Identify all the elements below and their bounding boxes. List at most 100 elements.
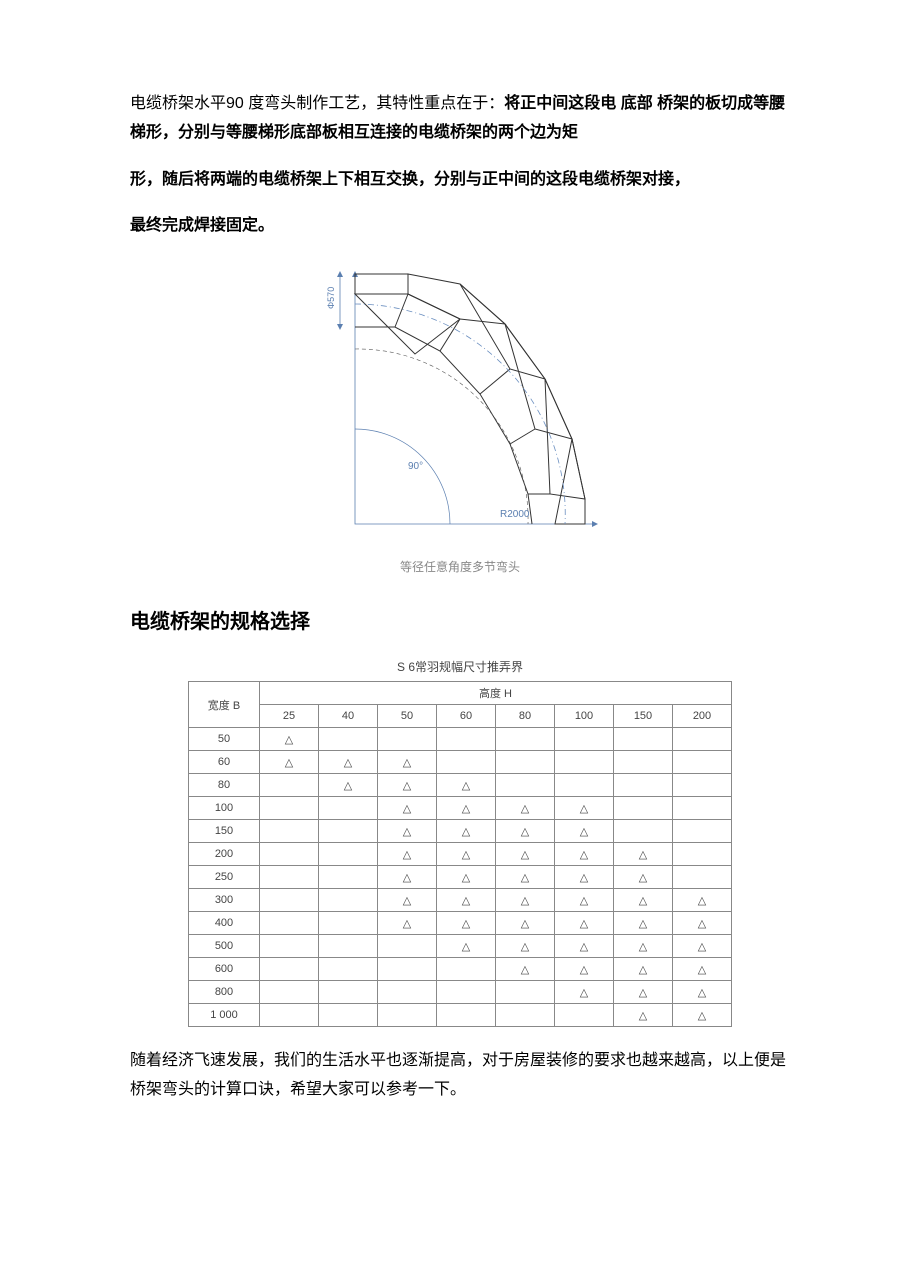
spec-cell [673,866,732,889]
table-row: 600△△△△ [189,958,732,981]
spec-cell [260,912,319,935]
spec-cell: △ [555,797,614,820]
spec-cell: △ [496,866,555,889]
width-cell: 500 [189,935,260,958]
spec-cell [260,981,319,1004]
height-header: 40 [319,705,378,728]
spec-cell [496,774,555,797]
width-cell: 100 [189,797,260,820]
table-row: 400△△△△△△ [189,912,732,935]
width-cell: 80 [189,774,260,797]
spec-cell: △ [437,774,496,797]
table-row: 1 000△△ [189,1004,732,1027]
spec-cell [673,728,732,751]
paragraph-3: 最终完成焊接固定。 [130,212,790,241]
diagram-caption: 等径任意角度多节弯头 [130,558,790,575]
spec-cell [555,774,614,797]
spec-cell: △ [319,751,378,774]
spec-cell [319,1004,378,1027]
spec-cell [319,797,378,820]
spec-cell: △ [555,935,614,958]
spec-cell [260,889,319,912]
spec-cell [437,958,496,981]
paragraph-1: 电缆桥架水平90 度弯头制作工艺，其特性重点在于：将正中间这段电 底部 桥架的板… [130,90,790,148]
spec-cell [260,797,319,820]
spec-cell: △ [614,843,673,866]
spec-cell [437,1004,496,1027]
table-row: 100△△△△ [189,797,732,820]
spec-cell [319,820,378,843]
spec-cell: △ [437,820,496,843]
spec-cell [437,981,496,1004]
row-header: 宽度 B [189,682,260,728]
spec-cell: △ [555,889,614,912]
spec-cell: △ [378,843,437,866]
spec-cell [260,774,319,797]
spec-cell [555,728,614,751]
spec-cell [614,797,673,820]
spec-cell [673,820,732,843]
spec-cell [673,751,732,774]
spec-cell: △ [319,774,378,797]
spec-cell: △ [555,866,614,889]
spec-cell [437,751,496,774]
spec-cell: △ [555,912,614,935]
height-header: 100 [555,705,614,728]
angle-label: 90° [408,461,423,472]
width-cell: 60 [189,751,260,774]
spec-cell [319,935,378,958]
spec-cell: △ [614,1004,673,1027]
height-header: 50 [378,705,437,728]
spec-cell [673,797,732,820]
spec-cell [673,774,732,797]
width-cell: 300 [189,889,260,912]
table-row: 150△△△△ [189,820,732,843]
paragraph-last: 随着经济飞速发展，我们的生活水平也逐渐提高，对于房屋装修的要求也越来越高，以上便… [130,1047,790,1105]
table-caption: S 6常羽规幅尺寸推弄界 [130,658,790,675]
spec-cell [319,912,378,935]
spec-cell: △ [496,958,555,981]
spec-cell [496,728,555,751]
spec-cell [555,751,614,774]
spec-cell: △ [260,751,319,774]
spec-cell [614,751,673,774]
table-row: 250△△△△△ [189,866,732,889]
spec-cell: △ [260,728,319,751]
spec-cell [496,981,555,1004]
spec-cell: △ [378,774,437,797]
spec-cell: △ [496,912,555,935]
spec-cell [437,728,496,751]
spec-cell [260,1004,319,1027]
section-heading: 电缆桥架的规格选择 [130,605,790,634]
spec-cell [319,889,378,912]
elbow-diagram-svg: Φ570 [310,259,610,549]
height-header: 200 [673,705,732,728]
height-header: 25 [260,705,319,728]
spec-cell: △ [614,958,673,981]
spec-cell: △ [555,820,614,843]
spec-cell: △ [437,889,496,912]
radius-label: R2000 [500,509,530,520]
spec-cell: △ [555,958,614,981]
spec-cell: △ [378,751,437,774]
spec-cell [614,728,673,751]
width-cell: 200 [189,843,260,866]
spec-cell: △ [555,843,614,866]
paragraph-2: 形，随后将两端的电缆桥架上下相互交换，分别与正中间的这段电缆桥架对接， [130,166,790,195]
height-header: 80 [496,705,555,728]
spec-table: 宽度 B 高度 H 2540506080100150200 50△60△△△80… [188,681,732,1027]
spec-cell: △ [378,820,437,843]
width-cell: 600 [189,958,260,981]
spec-cell: △ [673,958,732,981]
spec-cell: △ [614,866,673,889]
spec-cell: △ [378,912,437,935]
spec-cell: △ [437,912,496,935]
spec-cell: △ [437,935,496,958]
dim-label: Φ570 [326,287,336,309]
spec-cell: △ [496,820,555,843]
spec-cell: △ [378,866,437,889]
spec-cell [260,820,319,843]
spec-cell [260,935,319,958]
spec-cell: △ [673,912,732,935]
spec-cell [260,958,319,981]
